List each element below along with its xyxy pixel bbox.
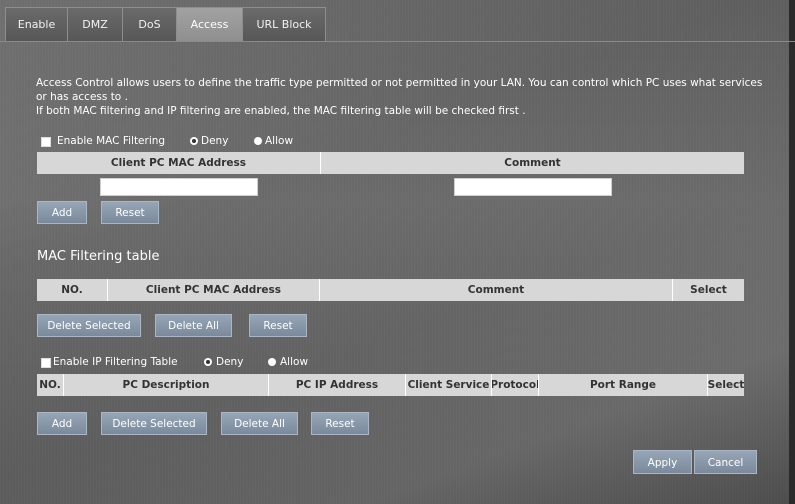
mac-add-button[interactable]: Add bbox=[37, 201, 87, 224]
column-header: Client PC MAC Address bbox=[37, 152, 321, 174]
tab-enable[interactable]: Enable bbox=[5, 7, 68, 41]
description-line-3: If both MAC filtering and IP filtering a… bbox=[36, 105, 526, 117]
mac-deny-radio[interactable] bbox=[190, 137, 198, 145]
apply-button[interactable]: Apply bbox=[633, 450, 692, 474]
mac-filtering-table-title: MAC Filtering table bbox=[37, 249, 160, 264]
column-header: Select bbox=[708, 379, 744, 391]
tab-dos[interactable]: DoS bbox=[123, 7, 177, 41]
mac-reset-button[interactable]: Reset bbox=[101, 201, 159, 224]
ip-add-button[interactable]: Add bbox=[37, 412, 87, 435]
column-header: Select bbox=[690, 284, 727, 296]
tab-dmz[interactable]: DMZ bbox=[68, 7, 123, 41]
description-line-1: Access Control allows users to define th… bbox=[36, 77, 763, 89]
description-line-2: or has access to . bbox=[36, 91, 128, 103]
mac-delete-all-button[interactable]: Delete All bbox=[155, 314, 232, 337]
mac-allow-radio[interactable] bbox=[254, 137, 262, 145]
ip-delete-all-button[interactable]: Delete All bbox=[221, 412, 298, 435]
ip-deny-radio[interactable] bbox=[204, 358, 212, 366]
window-edge bbox=[789, 0, 795, 504]
enable-ip-filtering-label: Enable IP Filtering Table bbox=[53, 356, 178, 368]
column-header: Client Service bbox=[406, 374, 492, 396]
mac-comment-input[interactable] bbox=[454, 178, 612, 196]
column-header: NO. bbox=[37, 279, 108, 301]
enable-mac-filtering-label: Enable MAC Filtering bbox=[57, 135, 166, 147]
mac-deny-label: Deny bbox=[201, 135, 229, 147]
enable-ip-filtering-checkbox[interactable] bbox=[41, 358, 51, 368]
column-header: PC IP Address bbox=[269, 374, 406, 396]
column-header: Client PC MAC Address bbox=[108, 279, 320, 301]
column-header: Comment bbox=[320, 279, 673, 301]
mac-delete-selected-button[interactable]: Delete Selected bbox=[37, 314, 141, 337]
ip-table-header: NO. PC Description PC IP Address Client … bbox=[37, 374, 744, 396]
column-header: Port Range bbox=[539, 374, 708, 396]
ip-allow-radio[interactable] bbox=[268, 358, 276, 366]
mac-allow-label: Allow bbox=[265, 135, 294, 147]
enable-mac-filtering-checkbox[interactable] bbox=[41, 137, 51, 147]
column-header: Comment bbox=[504, 157, 561, 169]
column-header: PC Description bbox=[64, 374, 269, 396]
tab-url-block[interactable]: URL Block bbox=[243, 7, 326, 41]
column-header: Protocol bbox=[492, 374, 539, 396]
column-header: NO. bbox=[37, 374, 64, 396]
mac-table-header: NO. Client PC MAC Address Comment Select bbox=[37, 279, 744, 301]
ip-reset-button[interactable]: Reset bbox=[311, 412, 369, 435]
tab-access[interactable]: Access bbox=[177, 7, 243, 41]
mac-input-header: Client PC MAC Address Comment bbox=[37, 152, 744, 174]
mac-table-reset-button[interactable]: Reset bbox=[249, 314, 307, 337]
tab-bar: Enable DMZ DoS Access URL Block bbox=[0, 7, 795, 42]
ip-allow-label: Allow bbox=[280, 356, 309, 368]
ip-deny-label: Deny bbox=[216, 356, 244, 368]
ip-delete-selected-button[interactable]: Delete Selected bbox=[101, 412, 207, 435]
mac-address-input[interactable] bbox=[100, 178, 258, 196]
cancel-button[interactable]: Cancel bbox=[694, 450, 757, 474]
